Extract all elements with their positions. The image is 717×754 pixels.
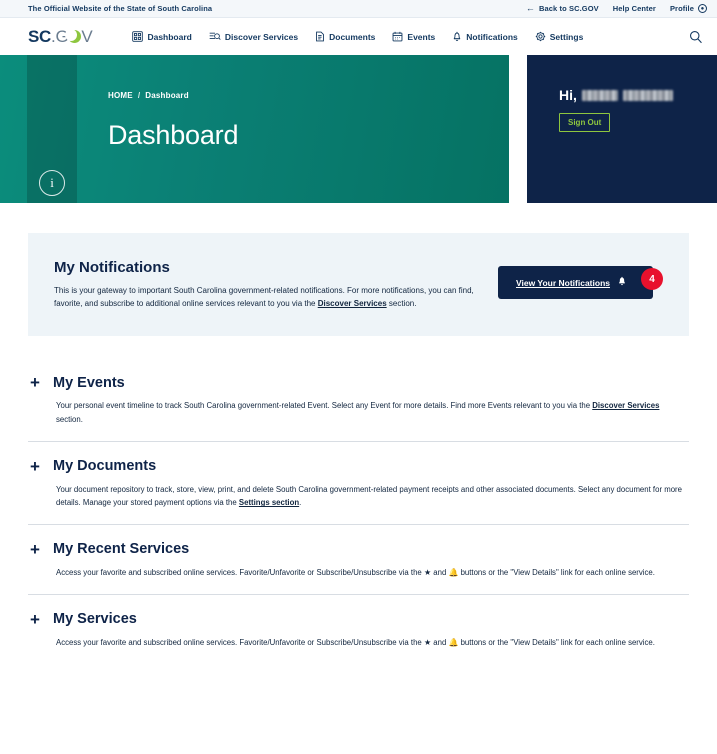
accordion-title-my-documents: My Documents: [53, 458, 157, 475]
accordion-header-my-services[interactable]: + My Services: [28, 611, 689, 628]
body-mid: and: [431, 637, 449, 647]
view-your-notifications-label: View Your Notifications: [516, 277, 610, 288]
desc-part-2: section.: [386, 299, 417, 309]
nav-label-discover-services: Discover Services: [224, 31, 299, 42]
breadcrumb: HOME / Dashboard: [108, 91, 238, 100]
body-mid: and: [431, 567, 449, 577]
plus-icon: +: [30, 539, 40, 559]
back-to-scgov-label: Back to SC.GOV: [539, 4, 599, 13]
accordion-title-my-events: My Events: [53, 374, 125, 391]
plus-icon: +: [30, 373, 40, 393]
redacted-last-name: [622, 89, 673, 101]
back-to-scgov-link[interactable]: ← Back to SC.GOV: [525, 3, 599, 14]
bell-icon: [617, 276, 627, 289]
page-title: Dashboard: [108, 120, 239, 150]
discover-services-link[interactable]: Discover Services: [592, 401, 659, 410]
user-panel: Hi, Sign Out: [527, 55, 717, 203]
accordion-my-documents: + My Documents Your document repository …: [28, 440, 689, 524]
my-notifications-card: My Notifications This is your gateway to…: [28, 233, 689, 337]
accordion-title-my-recent-services: My Recent Services: [53, 541, 190, 558]
discover-services-link[interactable]: Discover Services: [318, 299, 387, 308]
gear-icon: [535, 31, 546, 42]
view-notifications-cta-wrap: View Your Notifications 4: [498, 266, 663, 299]
body-part-1: Access your favorite and subscribed onli…: [56, 567, 424, 577]
utility-links: ← Back to SC.GOV Help Center Profile ●: [526, 4, 707, 13]
help-center-link[interactable]: Help Center: [613, 4, 656, 13]
nav-label-notifications: Notifications: [466, 31, 518, 42]
scgov-logo[interactable]: SC. G V: [28, 26, 93, 47]
accordion-header-my-events[interactable]: + My Events: [28, 374, 689, 391]
body-part-2: section.: [56, 415, 83, 425]
user-circle-icon: ●: [698, 4, 707, 13]
body-part-1: Your document repository to track, store…: [56, 484, 682, 508]
utility-bar: The Official Website of the State of Sou…: [0, 0, 717, 18]
greeting-text: Hi,: [559, 87, 577, 103]
accordion-body-my-events: Your personal event timeline to track So…: [56, 399, 688, 426]
nav-item-documents[interactable]: Documents: [315, 31, 375, 42]
main-navigation: Dashboard Discover Services Documents Ev…: [132, 31, 583, 42]
body-part-1: Access your favorite and subscribed onli…: [56, 637, 424, 647]
search-icon[interactable]: [689, 30, 703, 44]
nav-item-notifications[interactable]: Notifications: [452, 31, 518, 42]
official-website-text: The Official Website of the State of Sou…: [28, 4, 213, 13]
document-icon: [315, 31, 325, 42]
profile-label: Profile: [669, 4, 694, 13]
nav-label-dashboard: Dashboard: [147, 31, 192, 42]
plus-icon: +: [30, 609, 40, 629]
hero-content: HOME / Dashboard Dashboard: [108, 91, 238, 169]
bell-icon: 🔔: [448, 567, 459, 577]
hero-banner: i HOME / Dashboard Dashboard: [0, 55, 509, 203]
arrow-left-icon: ←: [525, 3, 535, 13]
user-greeting: Hi,: [559, 87, 673, 103]
hero-gap: [509, 55, 527, 203]
breadcrumb-separator: /: [137, 91, 141, 100]
body-part-2: .: [299, 498, 302, 508]
logo-sc-text: SC: [28, 26, 52, 46]
nav-item-events[interactable]: Events: [392, 31, 435, 42]
my-notifications-title: My Notifications: [54, 259, 170, 276]
site-header: SC. G V Dashboard Discover Services Docu…: [0, 18, 717, 55]
nav-label-events: Events: [407, 31, 436, 42]
bell-icon: [452, 31, 462, 42]
nav-label-settings: Settings: [549, 31, 584, 42]
hero-row: i HOME / Dashboard Dashboard Hi, Sign Ou…: [0, 55, 717, 203]
bell-icon: 🔔: [448, 637, 459, 647]
my-notifications-description: This is your gateway to important South …: [54, 284, 484, 310]
page-body: My Notifications This is your gateway to…: [0, 233, 717, 664]
accordion-title-my-services: My Services: [53, 611, 137, 628]
settings-section-link[interactable]: Settings section: [239, 498, 299, 507]
dashboard-grid-icon: [132, 31, 144, 42]
accordion-header-my-documents[interactable]: + My Documents: [28, 458, 689, 475]
accordion-my-recent-services: + My Recent Services Access your favorit…: [28, 523, 689, 594]
body-part-2: buttons or the "View Details" link for e…: [458, 637, 655, 647]
accordion-my-events: + My Events Your personal event timeline…: [28, 358, 689, 440]
accordion-my-services: + My Services Access your favorite and s…: [28, 593, 689, 664]
nav-item-discover-services[interactable]: Discover Services: [209, 31, 298, 42]
logo-v-text: V: [81, 26, 93, 46]
accordion-body-my-recent-services: Access your favorite and subscribed onli…: [56, 566, 688, 580]
nav-item-dashboard[interactable]: Dashboard: [132, 31, 192, 42]
nav-label-documents: Documents: [329, 31, 376, 42]
body-part-1: Your personal event timeline to track So…: [56, 401, 593, 411]
notification-count-badge[interactable]: 4: [641, 268, 663, 290]
crescent-moon-icon: [64, 28, 82, 43]
breadcrumb-home-link[interactable]: HOME: [108, 91, 133, 100]
accordion-header-my-recent-services[interactable]: + My Recent Services: [28, 541, 689, 558]
profile-link[interactable]: Profile ●: [670, 4, 707, 13]
nav-item-settings[interactable]: Settings: [535, 31, 584, 42]
breadcrumb-current: Dashboard: [145, 91, 189, 100]
accordion-body-my-documents: Your document repository to track, store…: [56, 483, 688, 510]
info-circle-icon[interactable]: i: [39, 170, 65, 196]
accordion-body-my-services: Access your favorite and subscribed onli…: [56, 636, 688, 650]
help-center-label: Help Center: [612, 4, 656, 13]
search-list-icon: [209, 31, 221, 42]
calendar-icon: [392, 31, 403, 42]
sign-out-button[interactable]: Sign Out: [559, 113, 611, 132]
redacted-first-name: [581, 89, 618, 101]
body-part-2: buttons or the "View Details" link for e…: [458, 567, 655, 577]
my-notifications-text-block: My Notifications This is your gateway to…: [54, 259, 484, 310]
plus-icon: +: [30, 456, 40, 476]
view-your-notifications-button[interactable]: View Your Notifications: [498, 266, 653, 299]
